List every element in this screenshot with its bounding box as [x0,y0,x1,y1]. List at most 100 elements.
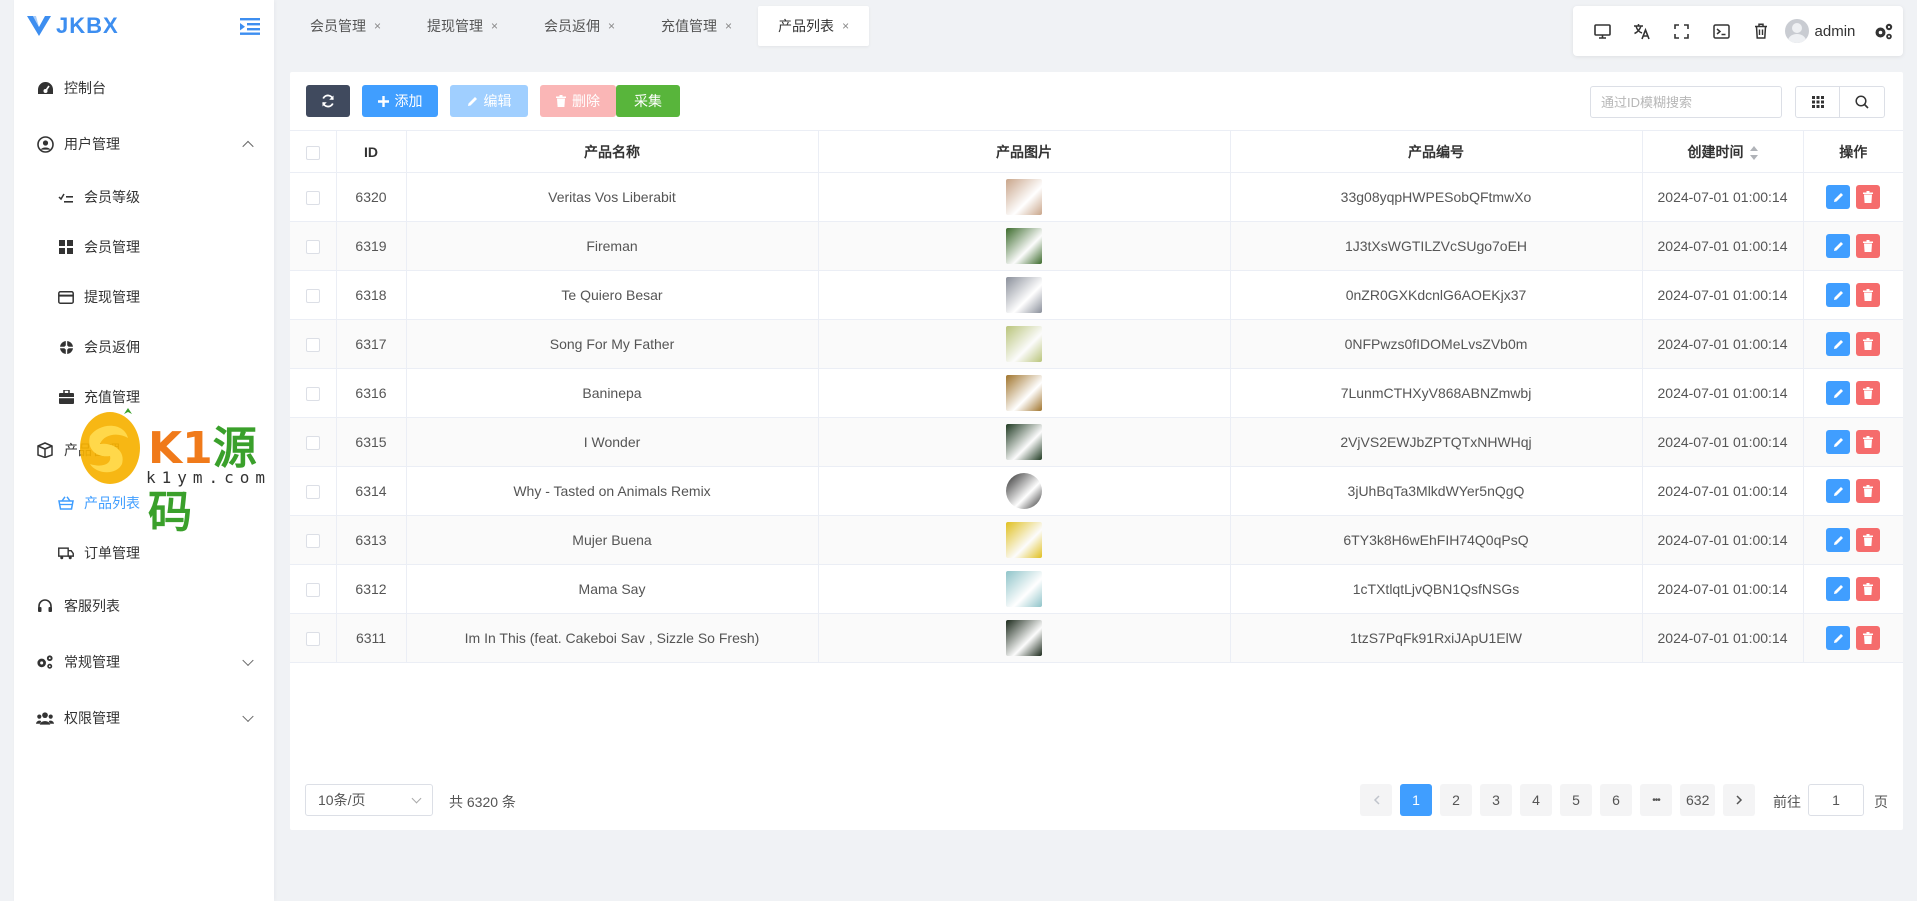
product-thumbnail[interactable] [1006,424,1042,460]
sidebar-item-customer-service[interactable]: 客服列表 [14,578,274,634]
close-icon[interactable]: × [374,19,381,33]
page-button-3[interactable]: 3 [1480,784,1512,816]
column-header-image[interactable]: 产品图片 [818,130,1231,173]
goto-page-input[interactable] [1808,784,1864,816]
row-edit-button[interactable] [1826,479,1851,503]
row-checkbox[interactable] [305,632,320,647]
sidebar-item-dashboard[interactable]: 控制台 [14,60,274,116]
row-checkbox[interactable] [305,387,320,402]
collect-button[interactable]: 采集 [616,85,680,117]
row-edit-button[interactable] [1826,332,1851,356]
row-edit-button[interactable] [1826,528,1851,552]
settings-icon[interactable] [1863,11,1903,51]
row-edit-button[interactable] [1826,185,1851,209]
page-button-2[interactable]: 2 [1440,784,1472,816]
product-thumbnail[interactable] [1006,375,1042,411]
row-delete-button[interactable] [1856,332,1881,356]
row-delete-button[interactable] [1856,528,1881,552]
sidebar-item-user-management[interactable]: 用户管理 [14,116,274,172]
search-input[interactable] [1590,86,1782,118]
sidebar-item-withdrawal[interactable]: 提现管理 [14,272,274,322]
sidebar-item-orders[interactable]: 订单管理 [14,528,274,578]
row-delete-button[interactable] [1856,430,1881,454]
tab-member-management[interactable]: 会员管理 × [290,6,401,46]
tab-withdrawal[interactable]: 提现管理 × [407,6,518,46]
sidebar-item-general[interactable]: 常规管理 [14,634,274,690]
next-page-button[interactable] [1723,784,1756,816]
column-header-created[interactable]: 创建时间 [1642,130,1804,173]
sidebar-item-rebate[interactable]: 会员返佣 [14,322,274,372]
row-edit-button[interactable] [1826,234,1851,258]
page-button-1[interactable]: 1 [1400,784,1432,816]
refresh-button[interactable] [306,85,350,117]
edit-button[interactable]: 编辑 [450,85,528,117]
page-size-select[interactable]: 10条/页 [305,784,433,816]
sidebar-item-member-management[interactable]: 会员管理 [14,222,274,272]
translate-icon[interactable] [1623,11,1663,51]
row-edit-button[interactable] [1826,577,1851,601]
close-icon[interactable]: × [725,19,732,33]
monitor-icon[interactable] [1583,11,1623,51]
page-button-6[interactable]: 6 [1600,784,1632,816]
column-header-name[interactable]: 产品名称 [406,130,819,173]
row-delete-button[interactable] [1856,283,1881,307]
close-icon[interactable]: × [491,19,498,33]
pagination: 10条/页 共 6320 条 1 2 3 4 5 6 ••• 632 前往 页 [290,782,1903,822]
row-delete-button[interactable] [1856,577,1881,601]
close-icon[interactable]: × [608,19,615,33]
select-all-checkbox[interactable] [305,145,320,160]
product-thumbnail[interactable] [1006,326,1042,362]
row-delete-button[interactable] [1856,234,1881,258]
delete-button[interactable]: 删除 [540,85,616,117]
product-thumbnail[interactable] [1006,179,1042,215]
product-thumbnail[interactable] [1006,620,1042,656]
tab-recharge[interactable]: 充值管理 × [641,6,752,46]
tab-product-list[interactable]: 产品列表 × [758,6,870,46]
product-thumbnail[interactable] [1006,228,1042,264]
product-thumbnail[interactable] [1006,473,1042,509]
row-delete-button[interactable] [1856,185,1881,209]
row-checkbox[interactable] [305,240,320,255]
row-checkbox[interactable] [305,191,320,206]
row-edit-button[interactable] [1826,626,1851,650]
row-checkbox[interactable] [305,485,320,500]
sidebar-item-product-management[interactable]: 产品管理 [14,422,274,478]
row-checkbox[interactable] [305,338,320,353]
sort-icon[interactable] [1749,145,1758,160]
sidebar-item-recharge[interactable]: 充值管理 [14,372,274,422]
trash-icon[interactable] [1741,11,1781,51]
avatar[interactable] [1784,19,1809,43]
sidebar-item-member-level[interactable]: 会员等级 [14,172,274,222]
more-pages-button[interactable]: ••• [1640,784,1672,816]
grid-view-icon[interactable] [1796,87,1840,117]
page-button-4[interactable]: 4 [1520,784,1552,816]
column-header-id[interactable]: ID [336,130,407,173]
close-icon[interactable]: × [842,19,849,33]
row-edit-button[interactable] [1826,381,1851,405]
product-thumbnail[interactable] [1006,277,1042,313]
row-edit-button[interactable] [1826,430,1851,454]
page-button-5[interactable]: 5 [1560,784,1592,816]
search-icon[interactable] [1840,87,1884,117]
tab-rebate[interactable]: 会员返佣 × [524,6,635,46]
row-delete-button[interactable] [1856,479,1881,503]
row-checkbox[interactable] [305,583,320,598]
product-thumbnail[interactable] [1006,522,1042,558]
page-button-last[interactable]: 632 [1680,784,1716,816]
menu-collapse-icon[interactable] [240,17,260,35]
row-delete-button[interactable] [1856,626,1881,650]
row-checkbox[interactable] [305,534,320,549]
prev-page-button[interactable] [1360,784,1392,816]
row-edit-button[interactable] [1826,283,1851,307]
sidebar-item-product-list[interactable]: 产品列表 [14,478,274,528]
column-header-code[interactable]: 产品编号 [1230,130,1643,173]
row-delete-button[interactable] [1856,381,1881,405]
terminal-icon[interactable] [1702,11,1742,51]
row-checkbox[interactable] [305,436,320,451]
product-thumbnail[interactable] [1006,571,1042,607]
add-button[interactable]: 添加 [362,85,438,117]
sidebar-item-permissions[interactable]: 权限管理 [14,690,274,746]
row-checkbox[interactable] [305,289,320,304]
username[interactable]: admin [1815,23,1856,40]
fullscreen-icon[interactable] [1662,11,1702,51]
